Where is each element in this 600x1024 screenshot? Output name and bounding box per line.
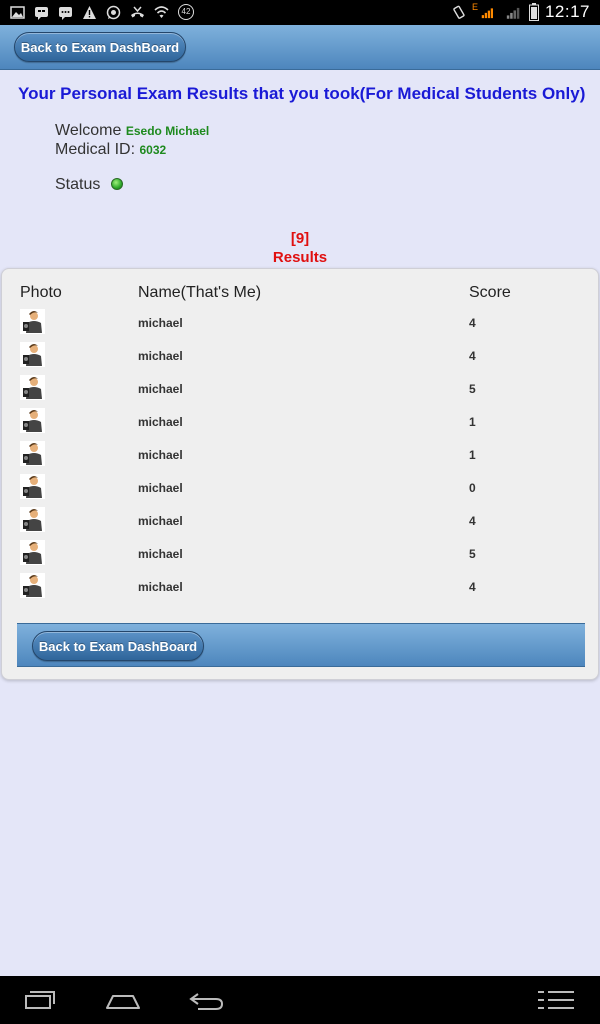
row-score: 0: [469, 481, 476, 495]
menu-icon[interactable]: [536, 988, 576, 1012]
system-icons: E 12:17: [451, 2, 590, 22]
medical-id-value: 6032: [139, 143, 167, 157]
row-name: michael: [138, 382, 183, 396]
clock: 12:17: [544, 2, 590, 21]
bbm-icon: [34, 5, 49, 20]
table-row: michael 4: [2, 507, 600, 535]
page-title: Your Personal Exam Results that you took…: [18, 84, 586, 103]
gallery-icon: [10, 5, 25, 20]
battery-icon: [528, 3, 539, 21]
table-row: michael 0: [2, 474, 600, 502]
row-name: michael: [138, 514, 183, 528]
row-score: 4: [469, 349, 476, 363]
avatar: [20, 540, 45, 565]
avatar: [20, 474, 45, 499]
back-to-dashboard-button-footer[interactable]: Back to Exam DashBoard: [32, 631, 204, 661]
avatar: [20, 408, 45, 433]
row-name: michael: [138, 580, 183, 594]
row-name: michael: [138, 481, 183, 495]
column-header-score: Score: [469, 284, 511, 301]
whatsapp-icon: [106, 5, 121, 20]
status-online-icon: [110, 178, 123, 190]
vibrate-icon: [451, 5, 466, 20]
results-table: Photo Name(That's Me) Score michael 4 mich…: [1, 268, 599, 680]
status-line: Status: [55, 176, 123, 194]
avatar: [20, 342, 45, 367]
row-name: michael: [138, 448, 183, 462]
table-row: michael 5: [2, 540, 600, 568]
results-label: Results: [272, 249, 328, 266]
row-score: 5: [469, 547, 476, 561]
header-bar: Back to Exam DashBoard: [0, 25, 600, 70]
notification-count-icon: 42: [178, 4, 194, 20]
avatar: [20, 441, 45, 466]
message-icon: [58, 5, 73, 20]
row-name: michael: [138, 547, 183, 561]
avatar: [20, 507, 45, 532]
column-header-photo: Photo: [20, 284, 62, 301]
table-row: michael 1: [2, 441, 600, 469]
status-label: Status: [55, 176, 101, 193]
back-icon[interactable]: [186, 988, 226, 1012]
row-score: 4: [469, 580, 476, 594]
row-name: michael: [138, 415, 183, 429]
welcome-label: Welcome: [55, 122, 122, 139]
signal-secondary-icon: [505, 5, 523, 20]
status-bar: 42 E 12:17: [0, 0, 600, 25]
row-name: michael: [138, 349, 183, 363]
warning-icon: [82, 5, 97, 20]
row-score: 5: [469, 382, 476, 396]
result-count: [9]: [290, 230, 310, 247]
avatar: [20, 573, 45, 598]
table-row: michael 4: [2, 342, 600, 370]
table-row: michael 4: [2, 309, 600, 337]
row-score: 1: [469, 448, 476, 462]
welcome-line: Welcome Esedo Michael: [55, 122, 209, 140]
footer-bar: Back to Exam DashBoard: [17, 623, 585, 667]
table-row: michael 4: [2, 573, 600, 601]
back-to-dashboard-button[interactable]: Back to Exam DashBoard: [14, 32, 186, 62]
avatar: [20, 375, 45, 400]
network-type-label: E: [471, 2, 478, 12]
row-score: 4: [469, 316, 476, 330]
row-score: 4: [469, 514, 476, 528]
signal-icon: [479, 5, 499, 20]
table-row: michael 1: [2, 408, 600, 436]
medical-id-label: Medical ID:: [55, 141, 136, 158]
avatar: [20, 309, 45, 334]
home-icon[interactable]: [103, 988, 143, 1012]
medical-id-line: Medical ID: 6032: [55, 141, 166, 159]
recent-apps-icon[interactable]: [20, 988, 60, 1012]
navigation-bar: [0, 976, 600, 1024]
column-header-name: Name(That's Me): [138, 284, 262, 301]
missed-call-icon: [130, 5, 145, 20]
row-score: 1: [469, 415, 476, 429]
notification-icons: 42: [10, 4, 194, 20]
wifi-icon: [154, 5, 169, 20]
table-row: michael 5: [2, 375, 600, 403]
row-name: michael: [138, 316, 183, 330]
user-name: Esedo Michael: [125, 124, 210, 138]
